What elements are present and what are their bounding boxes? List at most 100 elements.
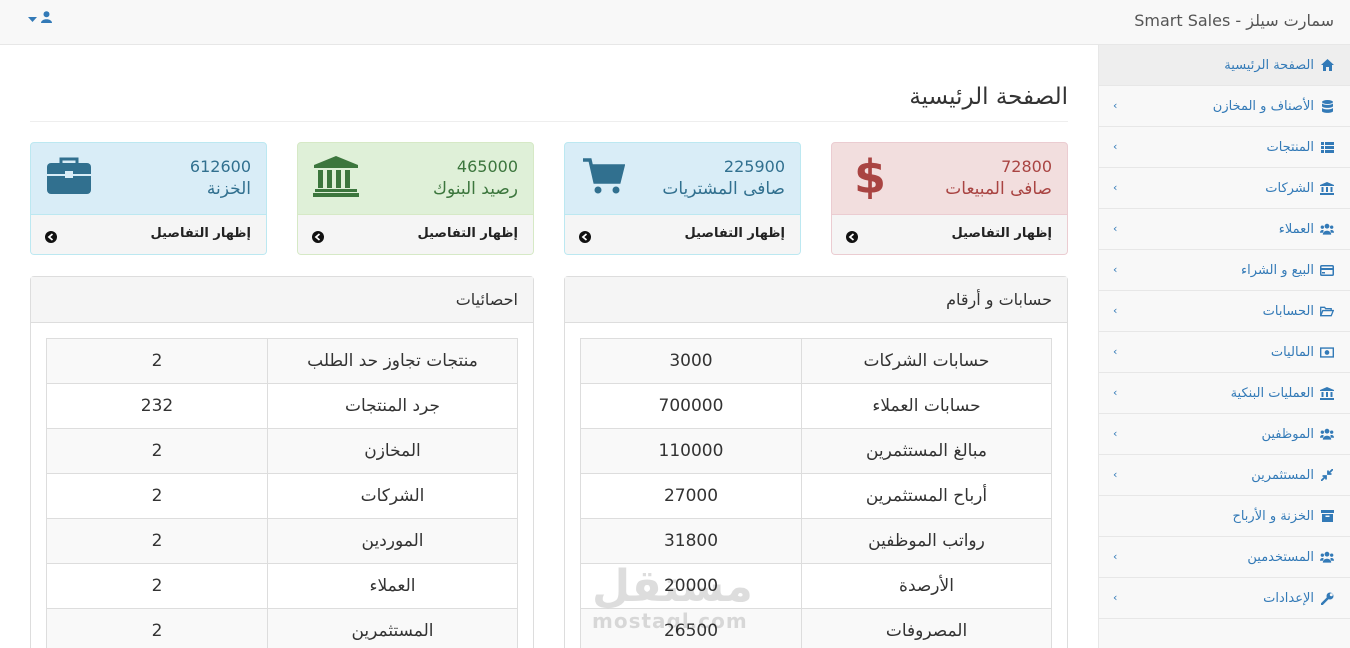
chevron-left-icon: ‹ (1113, 550, 1118, 563)
sidebar-item[interactable]: ‹ المنتجات (1099, 127, 1350, 168)
show-details-label: إظهار التفاصيل (150, 226, 251, 241)
table-row: أرباح المستثمرين 27000 (580, 473, 1052, 519)
stat-panel-sales: $ 72800 صافى المبيعات إظهار التفاصيل (831, 142, 1068, 255)
row-value: 700000 (580, 383, 802, 429)
sidebar-item[interactable]: ‹ الشركات (1099, 168, 1350, 209)
sidebar-item-label: الشركات (1265, 180, 1314, 196)
chevron-left-icon: ‹ (1113, 222, 1118, 235)
chevron-left-icon: ‹ (1113, 591, 1118, 604)
show-details-label: إظهار التفاصيل (417, 226, 518, 241)
sidebar-item-label: الحسابات (1262, 303, 1314, 319)
row-value: 110000 (580, 428, 802, 474)
sidebar-item[interactable]: ‹ الماليات (1099, 332, 1350, 373)
stat-label: صافى المشتريات (662, 179, 785, 199)
sidebar-item-label: الصفحة الرئيسية (1224, 57, 1314, 73)
circle-arrow-left-icon (846, 228, 858, 247)
page-title-divider (30, 121, 1068, 122)
stat-label: الخزنة (206, 179, 251, 199)
row-label: الموردين (267, 518, 518, 564)
table-row: حسابات العملاء 700000 (580, 383, 1052, 429)
brand-title[interactable]: Smart Sales - سمارت سيلز (1134, 11, 1334, 30)
row-value: 2 (46, 428, 268, 474)
circle-arrow-left-icon (579, 228, 591, 247)
table-row: المستثمرين 2 (46, 608, 518, 648)
sidebar-item[interactable]: ‹ العمليات البنكية (1099, 373, 1350, 414)
users-icon (1320, 427, 1334, 441)
row-value: 232 (46, 383, 268, 429)
sidebar-item[interactable]: ‹ المستخدمين (1099, 537, 1350, 578)
credit-card-icon (1320, 263, 1334, 277)
row-value: 2 (46, 563, 268, 609)
row-value: 2 (46, 608, 268, 648)
table-row: المخازن 2 (46, 428, 518, 474)
row-value: 31800 (580, 518, 802, 564)
show-details-label: إظهار التفاصيل (684, 226, 785, 241)
chevron-left-icon: ‹ (1113, 427, 1118, 440)
home-icon (1320, 58, 1334, 72)
chevron-left-icon: ‹ (1113, 304, 1118, 317)
show-details-link[interactable]: إظهار التفاصيل (31, 214, 266, 254)
sidebar-item-label: البيع و الشراء (1241, 262, 1314, 278)
row-label: العملاء (267, 563, 518, 609)
sidebar-item-label: الخزنة و الأرباح (1232, 508, 1314, 524)
row-label: جرد المنتجات (267, 383, 518, 429)
stat-value: 612600 (189, 157, 251, 176)
sidebar-item[interactable]: ‹ الأصناف و المخازن (1099, 86, 1350, 127)
sidebar-item[interactable]: ‹ الحسابات (1099, 291, 1350, 332)
show-details-link[interactable]: إظهار التفاصيل (298, 214, 533, 254)
show-details-label: إظهار التفاصيل (951, 226, 1052, 241)
sidebar: الصفحة الرئيسية ‹ الأصناف و المخازن ‹ المنتج… (1098, 45, 1350, 648)
table-row: جرد المنتجات 232 (46, 383, 518, 429)
compress-icon (1320, 468, 1334, 482)
page-title: الصفحة الرئيسية (909, 84, 1068, 110)
row-label: أرباح المستثمرين (801, 473, 1052, 519)
stat-value: 225900 (723, 157, 785, 176)
show-details-link[interactable]: إظهار التفاصيل (565, 214, 800, 254)
row-value: 2 (46, 338, 268, 384)
panel-title: حسابات و أرقام (946, 290, 1052, 309)
watermark-logo: مستقل mostaql.com (592, 565, 753, 634)
table-row: منتجات تجاوز حد الطلب 2 (46, 338, 518, 384)
briefcase-icon (41, 151, 97, 201)
panel-title: احصائيات (455, 290, 518, 309)
sidebar-item[interactable]: الصفحة الرئيسية (1099, 45, 1350, 86)
archive-icon (1320, 509, 1334, 523)
statistics-table: منتجات تجاوز حد الطلب 2 جرد المنتجات 232 الم… (46, 338, 518, 648)
bank-icon (308, 151, 364, 201)
circle-arrow-left-icon (45, 228, 57, 247)
row-label: حسابات العملاء (801, 383, 1052, 429)
sidebar-item-label: الماليات (1270, 344, 1314, 360)
show-details-link[interactable]: إظهار التفاصيل (832, 214, 1067, 254)
bank-icon (1320, 386, 1334, 400)
table-row: رواتب الموظفين 31800 (580, 518, 1052, 564)
user-menu-toggle[interactable] (28, 11, 52, 26)
sidebar-item-label: المستخدمين (1247, 549, 1314, 565)
circle-arrow-left-icon (312, 228, 324, 247)
row-label: المصروفات (801, 608, 1052, 648)
sidebar-item[interactable]: ‹ الموظفين (1099, 414, 1350, 455)
stat-label: رصيد البنوك (432, 179, 518, 199)
stat-panel-purchases: 225900 صافى المشتريات إظهار التفاصيل (564, 142, 801, 255)
sidebar-item-label: العمليات البنكية (1230, 385, 1314, 401)
money-icon (1320, 345, 1334, 359)
table-row: الشركات 2 (46, 473, 518, 519)
sidebar-item[interactable]: ‹ العملاء (1099, 209, 1350, 250)
row-value: 27000 (580, 473, 802, 519)
sidebar-item[interactable]: الخزنة و الأرباح (1099, 496, 1350, 537)
sidebar-item-label: المنتجات (1266, 139, 1314, 155)
table-row: حسابات الشركات 3000 (580, 338, 1052, 384)
row-label: حسابات الشركات (801, 338, 1052, 384)
row-value: 3000 (580, 338, 802, 384)
stat-value: 72800 (1001, 157, 1052, 176)
sidebar-item[interactable]: ‹ البيع و الشراء (1099, 250, 1350, 291)
bank-icon (1320, 181, 1334, 195)
row-label: منتجات تجاوز حد الطلب (267, 338, 518, 384)
sidebar-item[interactable]: ‹ المستثمرين (1099, 455, 1350, 496)
stat-label: صافى المبيعات (945, 179, 1052, 199)
list-icon (1320, 140, 1334, 154)
chevron-left-icon: ‹ (1113, 181, 1118, 194)
watermark-latin: mostaql.com (592, 609, 748, 633)
table-row: العملاء 2 (46, 563, 518, 609)
sidebar-item[interactable]: ‹ الإعدادات (1099, 578, 1350, 619)
table-row: الموردين 2 (46, 518, 518, 564)
